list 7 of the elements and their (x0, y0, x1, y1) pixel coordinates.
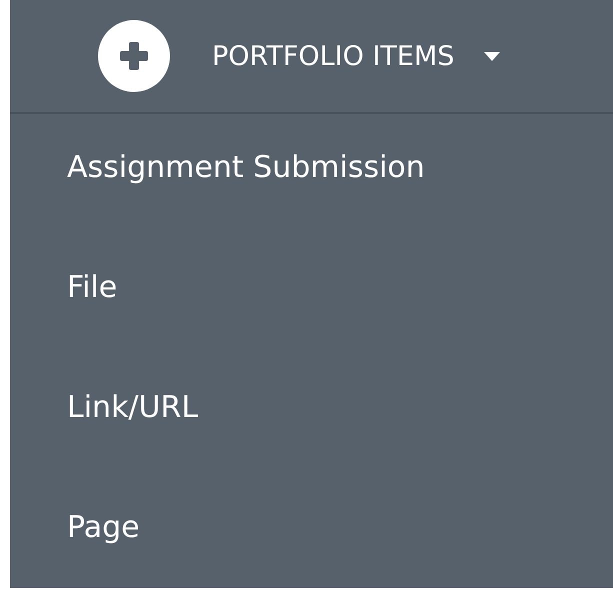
portfolio-items-dropdown[interactable]: PORTFOLIO ITEMS (212, 40, 454, 72)
menu-item[interactable]: File (10, 228, 613, 348)
menu-item[interactable]: Page (10, 468, 613, 588)
menu-item[interactable]: Link/URL (10, 348, 613, 468)
caret-icon[interactable] (484, 52, 500, 60)
add-icon[interactable] (98, 20, 170, 92)
menu-item[interactable]: Assignment Submission (10, 108, 613, 228)
